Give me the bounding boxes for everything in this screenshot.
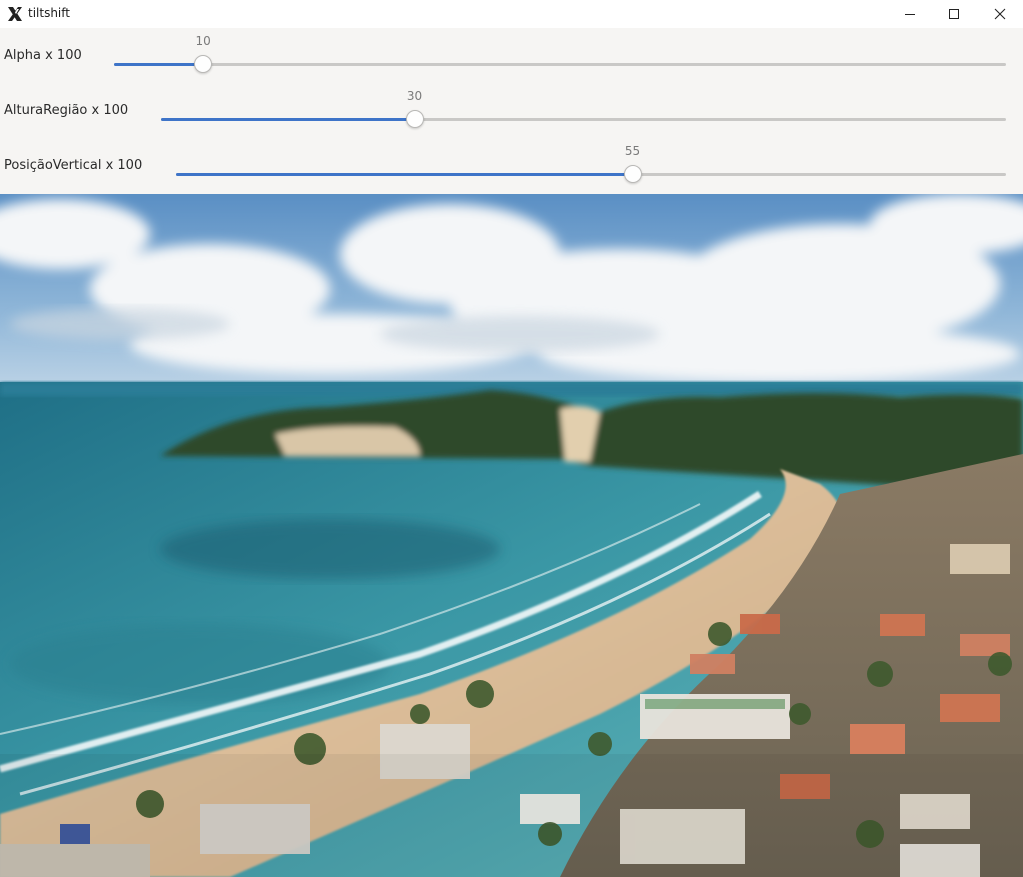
slider-value: 30 (406, 89, 423, 103)
maximize-button[interactable] (931, 0, 977, 28)
slider-thumb[interactable] (623, 165, 642, 183)
slider-value: 10 (195, 34, 211, 48)
controls-panel: Alpha x 100 10 AlturaRegião x 100 30 Pos… (0, 28, 1023, 194)
slider-fill (161, 118, 415, 121)
slider-value: 55 (624, 144, 641, 158)
slider-alpha[interactable]: 10 (114, 34, 1006, 73)
maximize-icon (948, 8, 960, 20)
slider-fill (114, 63, 204, 66)
close-icon (994, 8, 1006, 20)
title-bar[interactable]: tiltshift (0, 0, 1023, 28)
slider-label: AlturaRegião x 100 (4, 103, 129, 118)
app-window: tiltshift Alpha x 100 10 AlturaRegião x … (0, 0, 1023, 877)
slider-thumb[interactable] (405, 110, 424, 128)
slider-row-altura-regiao: AlturaRegião x 100 30 (0, 83, 1023, 138)
slider-fill (176, 173, 633, 176)
slider-altura-regiao[interactable]: 30 (161, 89, 1006, 128)
close-button[interactable] (977, 0, 1023, 28)
slider-label: Alpha x 100 (4, 48, 82, 63)
minimize-icon (904, 8, 916, 20)
slider-posicao-vertical[interactable]: 55 (176, 144, 1006, 183)
slider-thumb[interactable] (194, 55, 213, 73)
x-logo-icon (6, 5, 24, 23)
slider-row-posicao-vertical: PosiçãoVertical x 100 55 (0, 138, 1023, 193)
minimize-button[interactable] (887, 0, 933, 28)
window-title: tiltshift (28, 6, 70, 20)
slider-row-alpha: Alpha x 100 10 (0, 28, 1023, 83)
slider-label: PosiçãoVertical x 100 (4, 158, 143, 173)
tilt-shift-image (0, 194, 1023, 877)
